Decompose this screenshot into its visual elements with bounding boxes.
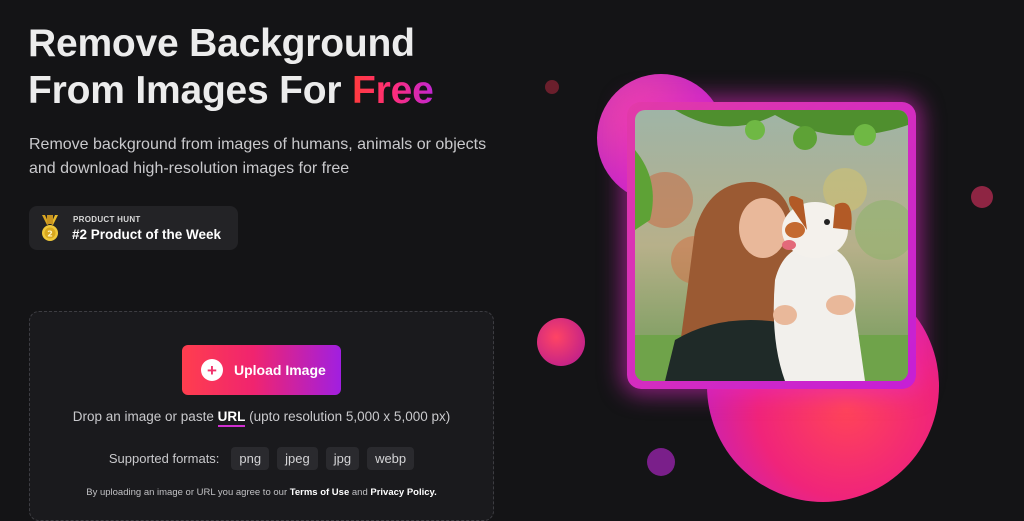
decor-dot-bottom — [647, 448, 675, 476]
upload-button-label: Upload Image — [234, 362, 326, 378]
hero-title: Remove Background From Images For Free — [28, 20, 434, 114]
badge-eyebrow: PRODUCT HUNT — [73, 215, 141, 224]
drop-instructions: Drop an image or paste URL (upto resolut… — [30, 409, 493, 427]
terms-notice: By uploading an image or URL you agree t… — [30, 487, 493, 498]
upload-dropzone[interactable]: + Upload Image Drop an image or paste UR… — [29, 311, 494, 521]
terms-and: and — [349, 487, 371, 498]
format-chip-jpeg: jpeg — [277, 447, 318, 470]
terms-prefix: By uploading an image or URL you agree t… — [86, 487, 290, 498]
hero-title-line2: From Images For — [28, 69, 353, 112]
hero-subtitle-line2: and download high-resolution images for … — [29, 160, 350, 177]
privacy-policy-link[interactable]: Privacy Policy. — [370, 487, 436, 498]
format-chip-png: png — [231, 447, 270, 470]
formats-label: Supported formats: — [108, 451, 220, 466]
example-photo-frame — [627, 102, 916, 389]
supported-formats: Supported formats: png jpeg jpg webp — [30, 447, 493, 470]
decor-dot-right — [971, 186, 993, 208]
plus-icon: + — [201, 359, 223, 381]
svg-text:2: 2 — [47, 230, 53, 239]
hero-title-line1: Remove Background — [28, 22, 415, 65]
hero-subtitle: Remove background from images of humans,… — [29, 133, 509, 181]
hero-title-highlight: Free — [352, 69, 434, 112]
drop-prefix: Drop an image or paste — [72, 409, 218, 424]
example-photo-woman-with-dog — [635, 110, 908, 381]
drop-suffix: (upto resolution 5,000 x 5,000 px) — [245, 409, 451, 424]
decor-dot-small-red — [545, 80, 559, 94]
medal-icon: 2 — [42, 215, 58, 241]
format-chip-jpg: jpg — [325, 447, 360, 470]
decor-circle-mid — [537, 318, 585, 366]
upload-image-button[interactable]: + Upload Image — [182, 345, 341, 395]
product-hunt-badge[interactable]: 2 PRODUCT HUNT #2 Product of the Week — [29, 206, 238, 250]
example-photo-illustration — [635, 110, 908, 381]
badge-title: #2 Product of the Week — [72, 227, 222, 242]
hero-subtitle-line1: Remove background from images of humans,… — [29, 136, 487, 153]
paste-url-link[interactable]: URL — [217, 409, 246, 427]
terms-of-use-link[interactable]: Terms of Use — [290, 487, 349, 498]
format-chip-webp: webp — [367, 447, 415, 470]
